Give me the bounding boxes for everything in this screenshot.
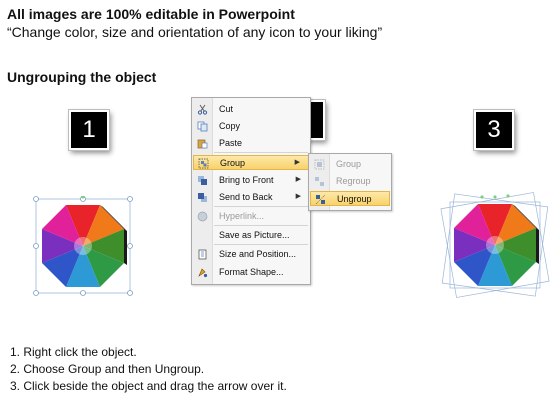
menu-item-label: Size and Position...	[219, 249, 297, 259]
menu-item-copy[interactable]: Copy	[193, 119, 309, 134]
menu-item-label: Cut	[219, 104, 234, 114]
copy-icon	[197, 121, 208, 132]
submenu-item-label: Group	[336, 159, 362, 169]
submenu-arrow-icon: ▶	[294, 159, 300, 166]
page-title: All images are 100% editable in Powerpoi…	[7, 6, 295, 22]
menu-item-group[interactable]: Group ▶	[193, 155, 309, 170]
menu-item-size-and-position[interactable]: Size and Position...	[193, 247, 309, 262]
menu-item-label: Format Shape...	[219, 267, 284, 277]
submenu-item-label: Ungroup	[337, 194, 372, 204]
regroup-icon	[315, 177, 324, 186]
send-back-icon	[198, 193, 207, 202]
size-position-icon	[198, 249, 207, 260]
menu-item-send-to-back[interactable]: Send to Back ▶	[193, 190, 309, 205]
menu-item-label: Copy	[219, 121, 241, 131]
paste-icon	[197, 139, 208, 149]
octagon-segments	[42, 205, 127, 287]
menu-separator	[214, 244, 308, 245]
menu-item-hyperlink[interactable]: Hyperlink...	[193, 209, 309, 224]
instruction-step-3: 3. Click beside the object and drag the …	[10, 379, 287, 393]
menu-item-save-as-picture[interactable]: Save as Picture...	[193, 228, 309, 243]
instruction-step-1: 1. Right click the object.	[10, 345, 137, 359]
step-badge-3: 3	[474, 110, 514, 150]
menu-item-label: Group	[220, 158, 246, 168]
menu-item-cut[interactable]: Cut	[193, 102, 309, 117]
menu-item-label: Bring to Front	[219, 175, 274, 185]
submenu-item-label: Regroup	[336, 176, 371, 186]
instruction-step-2: 2. Choose Group and then Ungroup.	[10, 362, 205, 376]
hyperlink-icon	[197, 211, 208, 222]
menu-separator	[214, 206, 308, 207]
format-shape-icon	[198, 268, 208, 278]
menu-item-format-shape[interactable]: Format Shape...	[193, 265, 309, 280]
menu-item-bring-to-front[interactable]: Bring to Front ▶	[193, 173, 309, 188]
submenu-item-ungroup[interactable]: Ungroup	[310, 191, 390, 206]
submenu-item-group[interactable]: Group	[310, 157, 390, 172]
page-subtitle: “Change color, size and orientation of a…	[7, 24, 383, 40]
octagon-diagram-grouped[interactable]	[33, 196, 133, 296]
instruction-list: 1. Right click the object. 2. Choose Gro…	[10, 344, 287, 395]
menu-item-paste[interactable]: Paste	[193, 136, 309, 151]
menu-separator	[214, 152, 308, 153]
submenu-arrow-icon: ▶	[295, 176, 301, 183]
group-icon	[198, 158, 209, 169]
submenu-arrow-icon: ▶	[295, 193, 301, 200]
ungroup-icon	[315, 194, 326, 205]
menu-item-label: Save as Picture...	[219, 230, 290, 240]
menu-separator	[214, 225, 308, 226]
menu-item-label: Send to Back	[219, 192, 273, 202]
group-icon	[314, 159, 325, 170]
bring-front-icon	[198, 176, 207, 185]
menu-item-label: Paste	[219, 138, 243, 148]
submenu-item-regroup[interactable]: Regroup	[310, 174, 390, 189]
group-submenu: Group Regroup Ungroup	[308, 153, 392, 211]
context-menu: Cut Copy Paste Group ▶ Bring to Front ▶	[191, 97, 311, 285]
octagon-segments	[454, 204, 539, 286]
octagon-diagram-ungrouped[interactable]	[440, 192, 550, 298]
section-heading: Ungrouping the object	[7, 69, 157, 85]
step-badge-1: 1	[69, 110, 109, 150]
scissors-icon	[197, 104, 208, 115]
menu-item-label: Hyperlink...	[219, 211, 265, 221]
